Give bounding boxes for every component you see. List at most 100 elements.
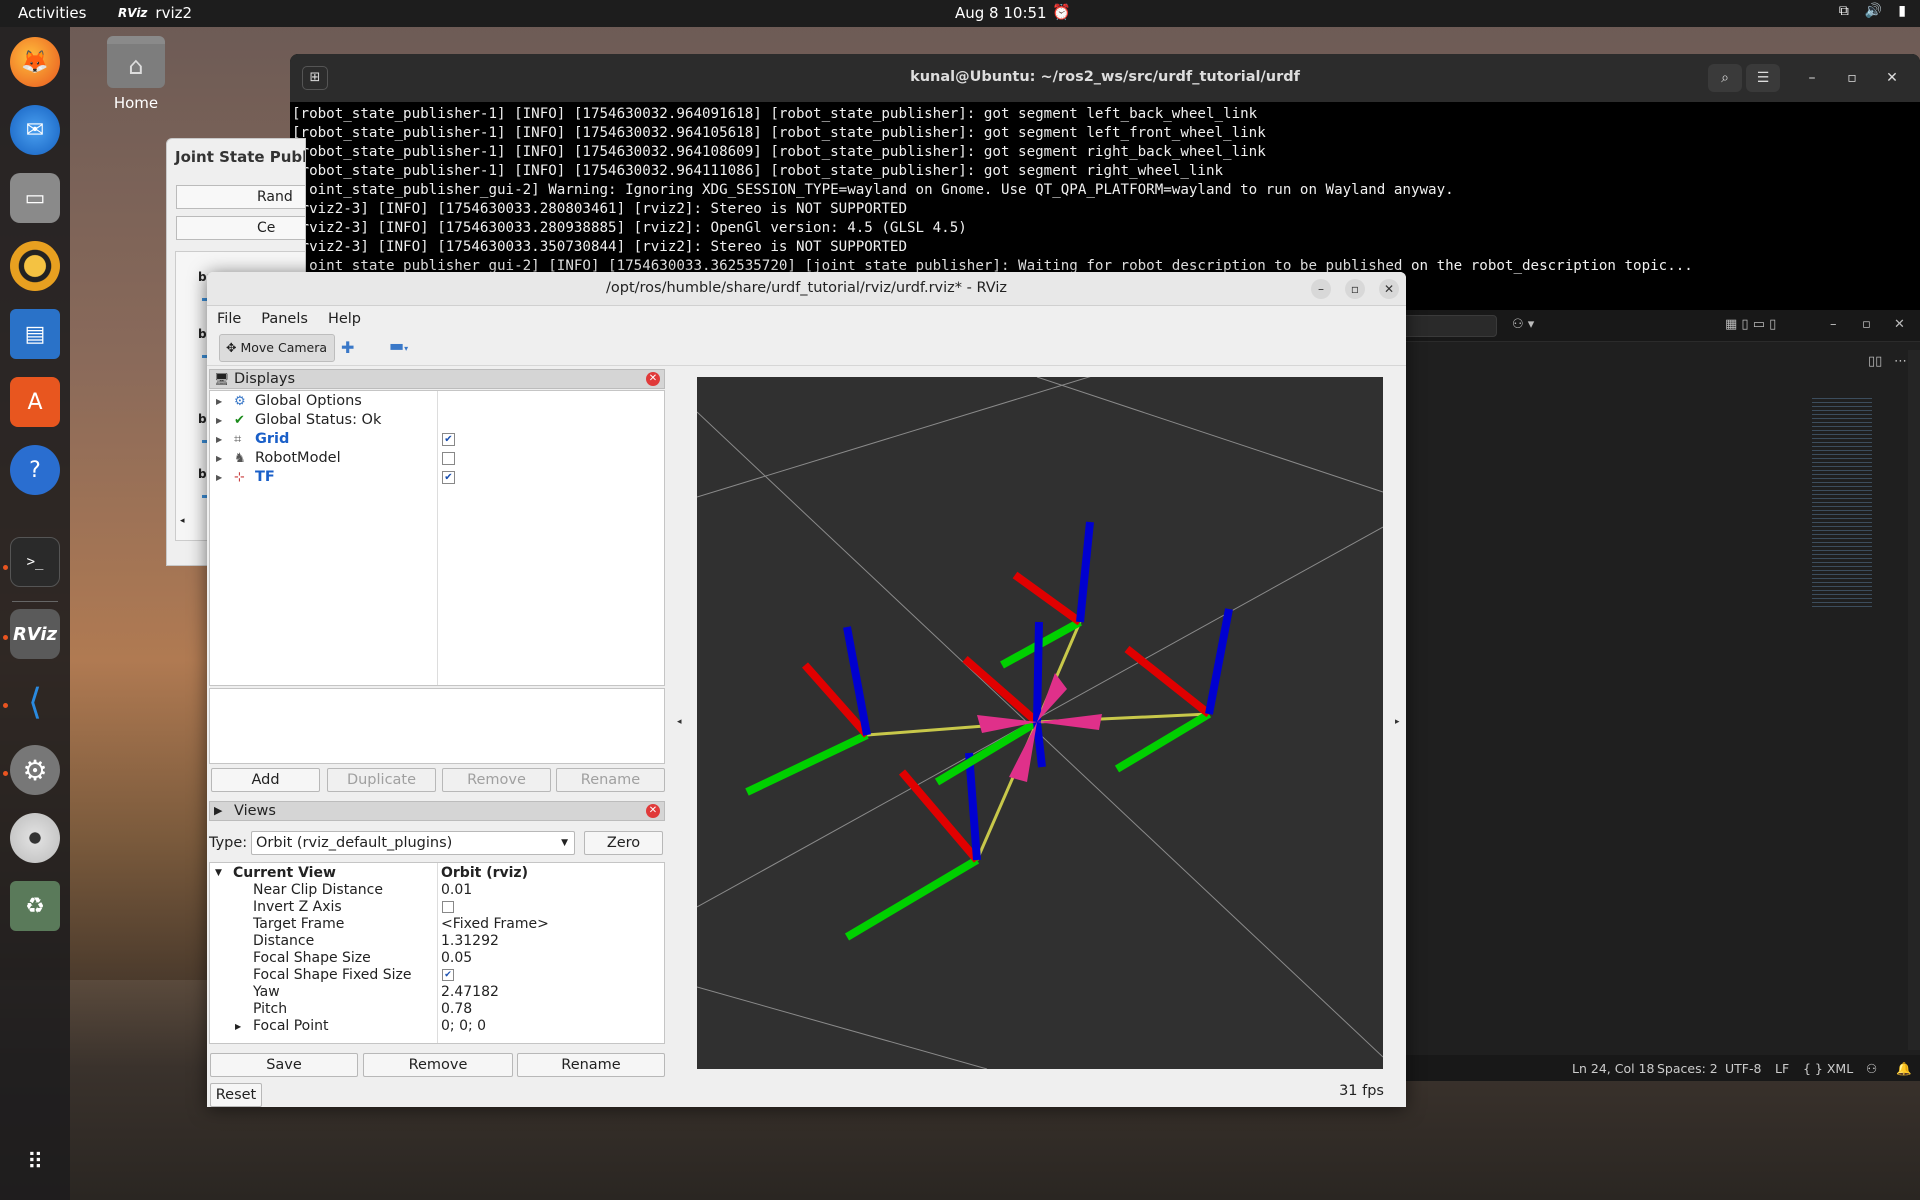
expand-arrow-icon[interactable]: ▶ [216, 430, 222, 449]
current-view-row[interactable]: ▼ Current View Orbit (rviz) [210, 865, 664, 882]
render-viewport[interactable] [697, 377, 1383, 1069]
thunderbird-icon[interactable]: ✉ [10, 105, 60, 155]
collapse-left-icon[interactable]: ◂ [677, 717, 682, 727]
property-value[interactable]: <Fixed Frame> [441, 916, 549, 933]
language-status[interactable]: { } XML [1803, 1061, 1853, 1076]
files-icon[interactable]: ▭ [10, 173, 60, 223]
display-item[interactable]: ▶ ♞ RobotModel [210, 449, 664, 468]
editor-minimap[interactable] [1812, 398, 1872, 608]
collapse-arrow-icon[interactable]: ▼ [215, 865, 222, 882]
menu-help[interactable]: Help [318, 307, 371, 331]
app-center-icon[interactable]: A [10, 377, 60, 427]
remove-display-button[interactable]: Remove [442, 768, 551, 792]
property-row[interactable]: ▶ Focal Point 0; 0; 0 [210, 1018, 664, 1035]
rhythmbox-icon[interactable] [10, 241, 60, 291]
randomize-button[interactable]: Rand [176, 185, 305, 209]
minimize-button[interactable]: – [1311, 279, 1331, 299]
center-button[interactable]: Ce [176, 216, 305, 240]
expand-arrow-icon[interactable]: ▶ [216, 449, 222, 468]
remove-tool-icon[interactable]: ▬▾ [389, 336, 408, 355]
display-item[interactable]: ▶ ✔ Global Status: Ok [210, 411, 664, 430]
copilot-status-icon[interactable]: ⚇ [1866, 1061, 1877, 1076]
layout-icon[interactable]: ▦ ▯ ▭ ▯ [1725, 317, 1776, 332]
trash-icon[interactable]: ♻ [10, 881, 60, 931]
app-menu[interactable]: RViz rviz2 [118, 4, 192, 22]
property-row[interactable]: Distance 1.31292 [210, 933, 664, 950]
vscode-icon[interactable]: ⟨ [10, 677, 60, 727]
indentation-status[interactable]: Spaces: 2 [1657, 1061, 1718, 1076]
property-value[interactable]: 1.31292 [441, 933, 499, 950]
property-row[interactable]: Yaw 2.47182 [210, 984, 664, 1001]
invert-z-checkbox[interactable] [442, 901, 454, 913]
add-tool-icon[interactable]: ✚ [341, 338, 354, 357]
display-checkbox[interactable] [442, 452, 455, 465]
split-editor-icon[interactable]: ▯▯ [1868, 354, 1882, 369]
terminal-output[interactable]: [robot_state_publisher-1] [INFO] [175463… [290, 102, 1920, 279]
menu-panels[interactable]: Panels [251, 307, 318, 331]
close-button[interactable]: ✕ [1379, 279, 1399, 299]
firefox-icon[interactable]: 🦊 [10, 37, 60, 87]
clock[interactable]: Aug 8 10:51 [955, 4, 1047, 22]
property-row[interactable]: Focal Shape Fixed Size ✔ [210, 967, 664, 984]
property-row[interactable]: Focal Shape Size 0.05 [210, 950, 664, 967]
rename-display-button[interactable]: Rename [556, 768, 665, 792]
maximize-button[interactable]: ▫ [1840, 66, 1864, 90]
settings-icon[interactable]: ⚙ [10, 745, 60, 795]
rename-view-button[interactable]: Rename [517, 1053, 665, 1077]
close-panel-icon[interactable]: ✕ [646, 804, 660, 818]
property-row[interactable]: Target Frame <Fixed Frame> [210, 916, 664, 933]
add-display-button[interactable]: Add [211, 768, 320, 792]
property-value[interactable]: 0.05 [441, 950, 472, 967]
minimize-icon[interactable]: – [1830, 317, 1837, 332]
copilot-icon[interactable]: ⚇ ▾ [1512, 317, 1534, 332]
command-center-search[interactable] [1400, 315, 1497, 337]
home-desktop-icon[interactable]: ⌂ Home [100, 36, 172, 112]
close-button[interactable]: ✕ [1880, 66, 1904, 90]
close-icon[interactable]: ✕ [1894, 317, 1905, 332]
more-actions-icon[interactable]: ⋯ [1894, 354, 1907, 369]
collapse-right-icon[interactable]: ▸ [1395, 717, 1400, 727]
move-camera-tool[interactable]: ✥ Move Camera [219, 334, 335, 362]
property-row[interactable]: Invert Z Axis [210, 899, 664, 916]
writer-icon[interactable]: ▤ [10, 309, 60, 359]
view-type-select[interactable]: Orbit (rviz_default_plugins) ▼ [251, 831, 575, 855]
expand-arrow-icon[interactable]: ▶ [216, 468, 222, 487]
display-checkbox[interactable]: ✔ [442, 471, 455, 484]
expand-arrow-icon[interactable]: ▶ [235, 1018, 241, 1035]
focal-fixed-checkbox[interactable]: ✔ [442, 969, 454, 981]
eol-status[interactable]: LF [1775, 1061, 1789, 1076]
disc-icon[interactable] [10, 813, 60, 863]
terminal-icon[interactable]: >_ [10, 537, 60, 587]
display-item[interactable]: ▶ ⊹ TF ✔ [210, 468, 664, 487]
encoding-status[interactable]: UTF-8 [1725, 1061, 1761, 1076]
reset-button[interactable]: Reset [210, 1083, 262, 1107]
display-item[interactable]: ▶ ⚙ Global Options [210, 392, 664, 411]
cursor-position[interactable]: Ln 24, Col 18 [1572, 1061, 1654, 1076]
menu-file[interactable]: File [207, 307, 251, 331]
help-icon[interactable]: ? [10, 445, 60, 495]
duplicate-display-button[interactable]: Duplicate [327, 768, 436, 792]
property-value[interactable]: 2.47182 [441, 984, 499, 1001]
property-value[interactable]: 0; 0; 0 [441, 1018, 486, 1035]
zero-button[interactable]: Zero [584, 831, 663, 855]
display-checkbox[interactable]: ✔ [442, 433, 455, 446]
property-value[interactable]: 0.78 [441, 1001, 472, 1018]
rviz-icon[interactable]: RViz [10, 609, 60, 659]
remove-view-button[interactable]: Remove [363, 1053, 513, 1077]
editor-scrollbar[interactable] [1908, 350, 1920, 1050]
scroll-left-icon[interactable]: ◂ [180, 516, 185, 526]
notifications-icon[interactable]: 🔔 [1896, 1061, 1912, 1077]
property-row[interactable]: Near Clip Distance 0.01 [210, 882, 664, 899]
save-view-button[interactable]: Save [210, 1053, 358, 1077]
menu-button[interactable]: ☰ [1746, 64, 1780, 92]
display-item[interactable]: ▶ ⌗ Grid ✔ [210, 430, 664, 449]
minimize-button[interactable]: – [1800, 66, 1824, 90]
property-row[interactable]: Pitch 0.78 [210, 1001, 664, 1018]
property-value[interactable]: 0.01 [441, 882, 472, 899]
system-tray[interactable]: ⧉ 🔊 ▮ [1839, 3, 1906, 19]
close-panel-icon[interactable]: ✕ [646, 372, 660, 386]
maximize-button[interactable]: ▫ [1345, 279, 1365, 299]
maximize-icon[interactable]: ▫ [1862, 317, 1871, 332]
activities-button[interactable]: Activities [18, 4, 86, 22]
expand-arrow-icon[interactable]: ▶ [216, 411, 222, 430]
